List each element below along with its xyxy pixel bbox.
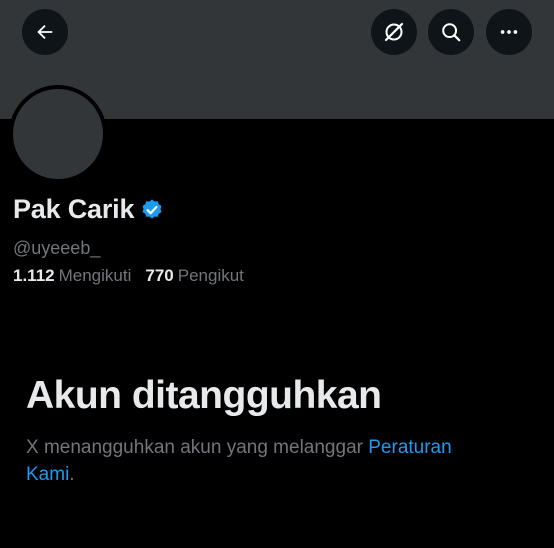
name-row: Pak Carik xyxy=(13,194,164,225)
followers-stat[interactable]: 770 Pengikut xyxy=(145,266,244,286)
search-button[interactable] xyxy=(428,9,474,55)
following-count: 1.112 xyxy=(13,266,55,285)
more-horizontal-icon xyxy=(500,30,518,34)
profile-page: Pak Carik @uyeeeb_ 1.112 Mengikuti 770 P… xyxy=(0,0,554,548)
back-button[interactable] xyxy=(22,9,68,55)
search-icon xyxy=(442,23,461,42)
followers-label: Pengikut xyxy=(177,266,244,285)
grok-button[interactable] xyxy=(371,9,417,55)
following-label: Mengikuti xyxy=(58,266,132,285)
arrow-left-icon xyxy=(37,24,53,40)
verified-badge-icon[interactable] xyxy=(140,198,164,222)
more-button[interactable] xyxy=(486,9,532,55)
following-stat[interactable]: 1.112 Mengikuti xyxy=(13,266,131,286)
display-name: Pak Carik xyxy=(13,194,135,224)
suspension-text: X menangguhkan akun yang melanggar xyxy=(26,437,369,458)
follow-stats: 1.112 Mengikuti 770 Pengikut xyxy=(13,266,244,286)
grok-icon xyxy=(384,22,404,42)
suspension-title: Akun ditangguhkan xyxy=(26,374,382,417)
followers-count: 770 xyxy=(145,266,174,285)
user-handle: @uyeeeb_ xyxy=(13,238,101,258)
suspension-description: X menangguhkan akun yang melanggar Perat… xyxy=(26,434,496,488)
avatar[interactable] xyxy=(9,85,107,183)
suspension-trailing: . xyxy=(69,464,75,485)
